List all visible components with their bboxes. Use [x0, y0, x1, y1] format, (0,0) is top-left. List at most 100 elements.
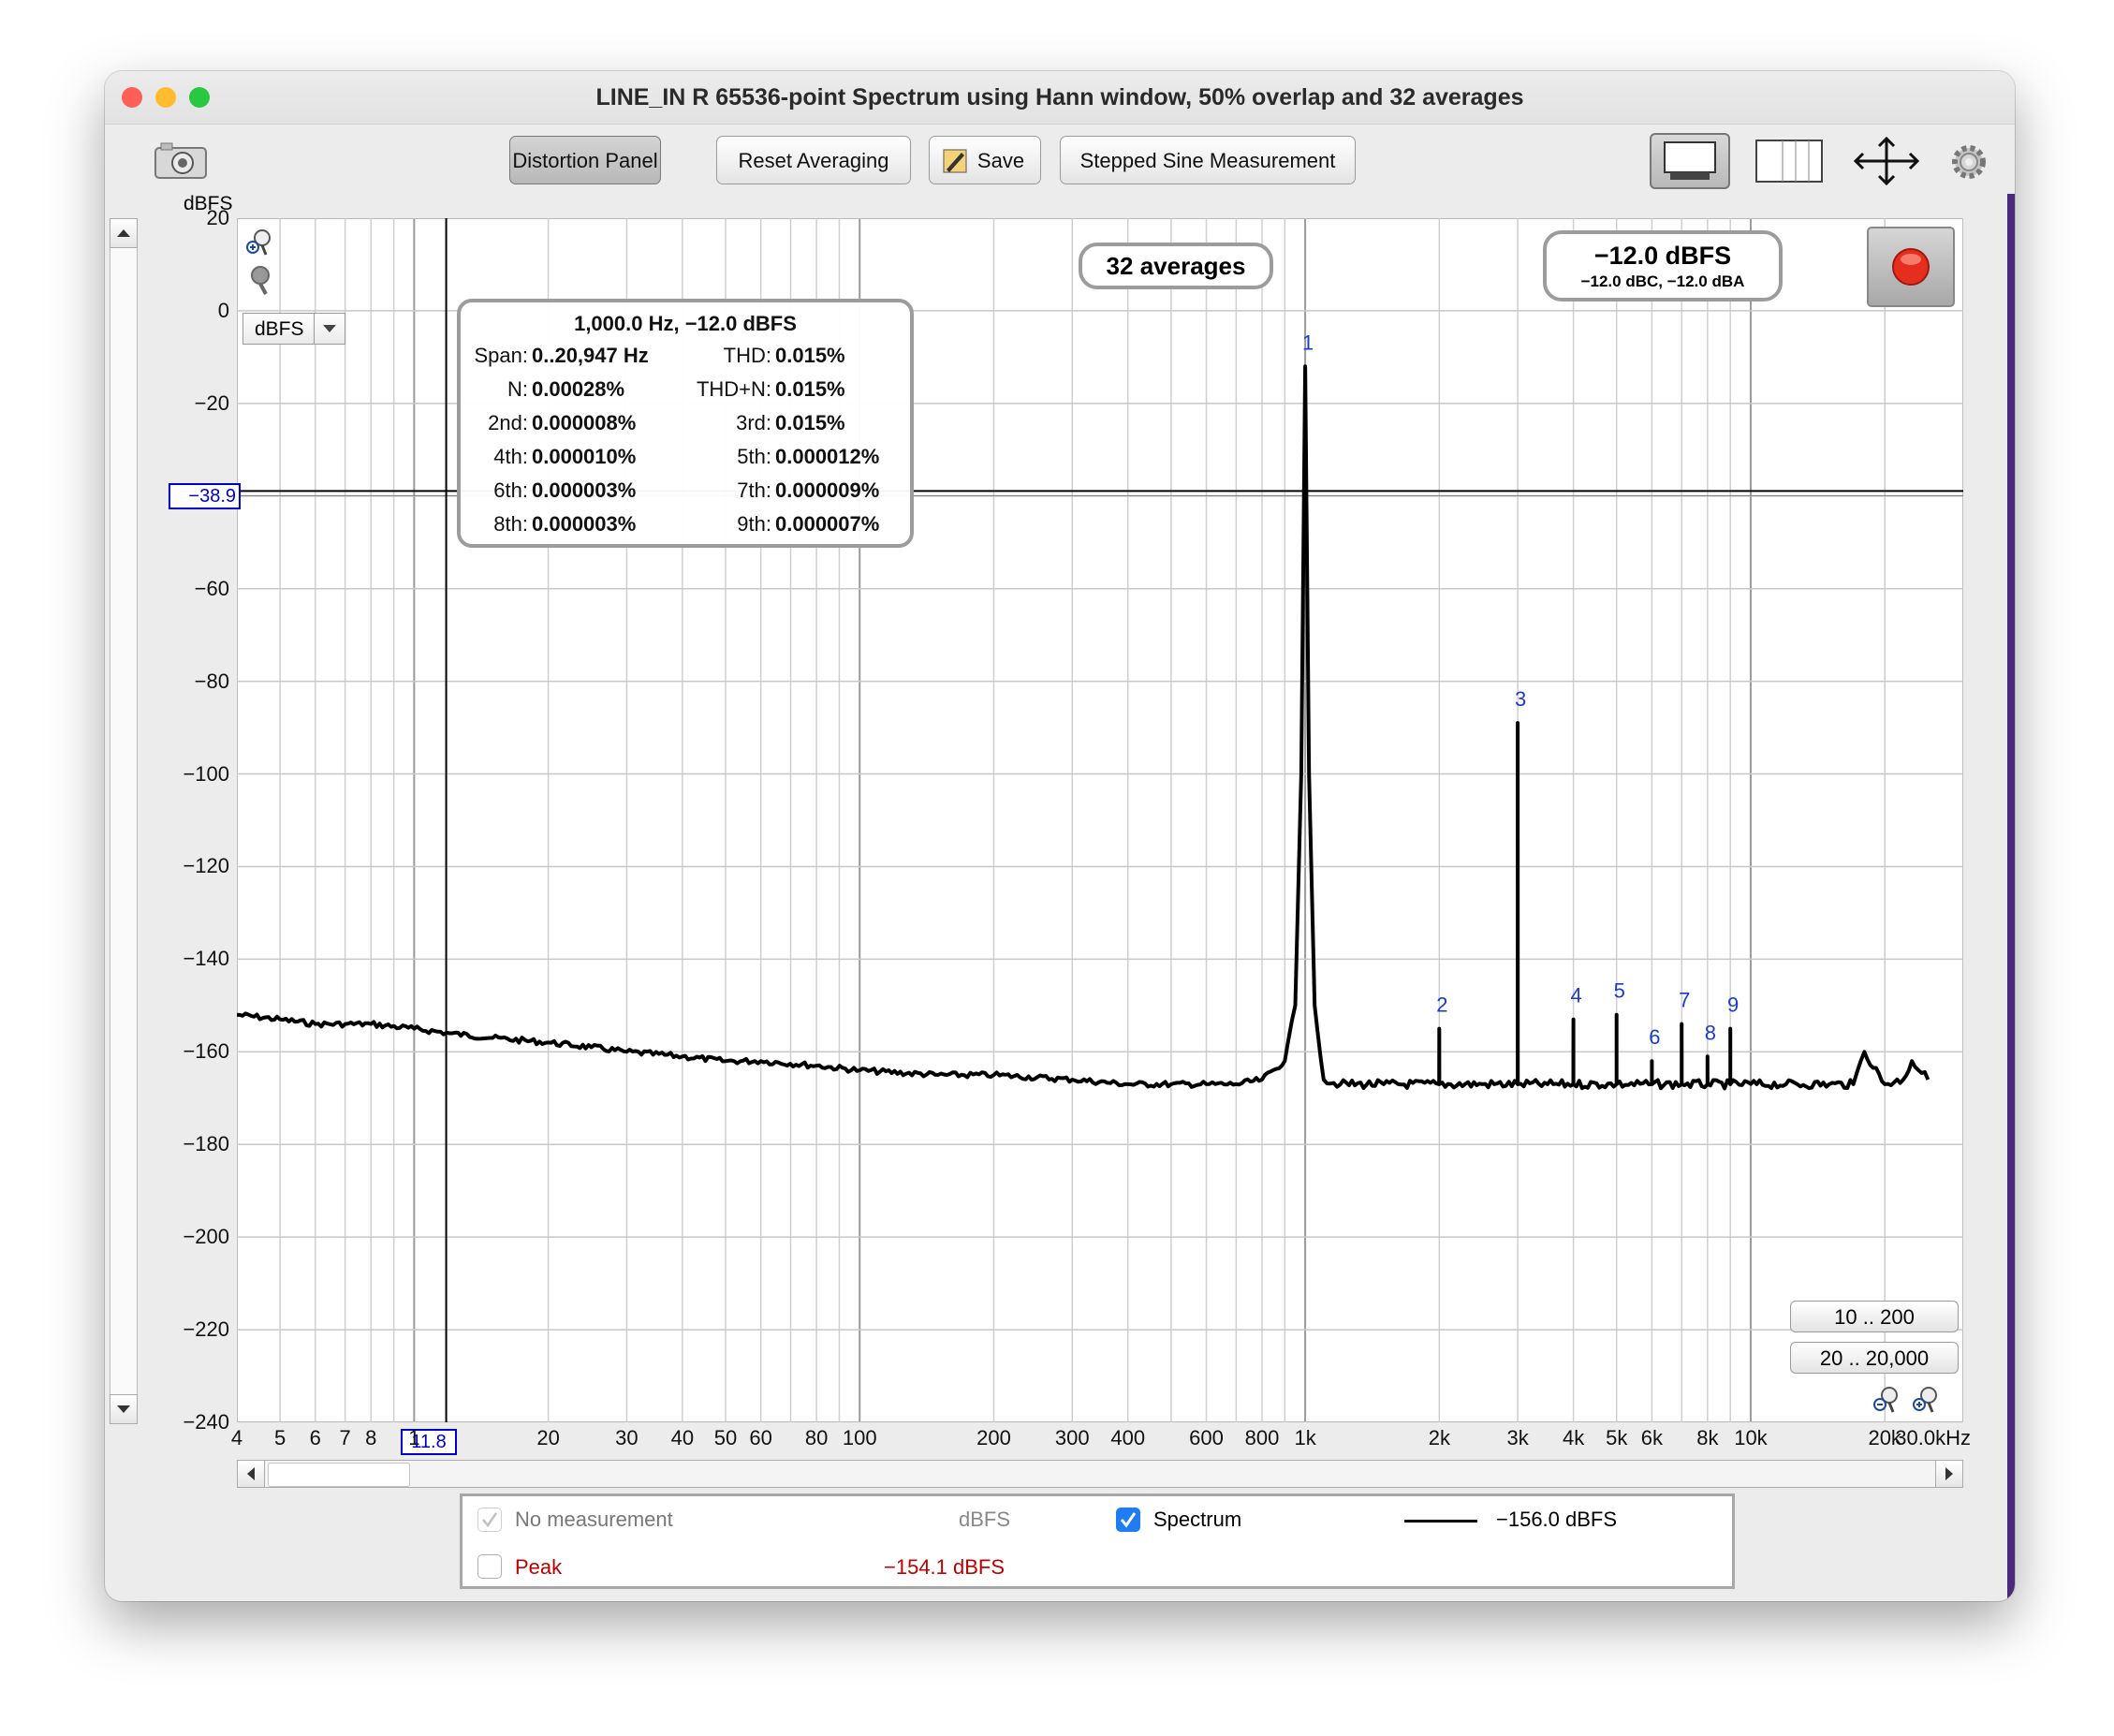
- x-tick-label: 100: [842, 1426, 877, 1449]
- panel-value: 0.000010%: [532, 445, 637, 468]
- save-icon: [943, 149, 967, 173]
- x-tick-label: 3k: [1506, 1426, 1529, 1449]
- vertical-scrollbar[interactable]: [110, 218, 138, 1424]
- panel-label: N:: [507, 377, 528, 401]
- scroll-right-button[interactable]: [1935, 1460, 1963, 1488]
- panel-label: 7th:: [737, 478, 771, 502]
- y-tick-label: −80: [194, 669, 229, 693]
- zoom-in-x-icon[interactable]: [1912, 1384, 1942, 1414]
- distortion-panel-button[interactable]: Distortion Panel: [509, 136, 661, 184]
- y-tick-label: −60: [194, 576, 229, 600]
- y-tick-label: −200: [183, 1225, 229, 1249]
- scroll-left-button[interactable]: [237, 1460, 265, 1488]
- x-tick-label: 400: [1110, 1426, 1146, 1449]
- y-tick-label: −220: [183, 1317, 229, 1342]
- y-tick-label: −160: [183, 1039, 229, 1064]
- harmonic-marker: 1: [1302, 331, 1314, 354]
- level-sub: −12.0 dBC, −12.0 dBA: [1580, 272, 1745, 290]
- x-tick-label: 1: [408, 1426, 420, 1449]
- range-10-200-button[interactable]: 10 .. 200: [1790, 1301, 1959, 1332]
- x-tick-label: 10k: [1734, 1426, 1768, 1449]
- x-tick-label: 200: [976, 1426, 1011, 1449]
- x-tick-label: 20: [536, 1426, 560, 1449]
- no-measurement-checkbox[interactable]: [477, 1508, 502, 1532]
- x-tick-label: 30: [615, 1426, 639, 1449]
- x-tick-label: 8: [365, 1426, 377, 1449]
- no-measurement-unit: dBFS: [959, 1508, 1011, 1531]
- x-tick-label: 6k: [1640, 1426, 1663, 1449]
- x-tick-label: 30.0kHz: [1895, 1426, 1971, 1449]
- panel-value: 0.00028%: [532, 377, 625, 401]
- triangle-up-icon: [117, 229, 130, 237]
- chevron-down-icon: [314, 314, 345, 344]
- panel-value: 0.015%: [775, 411, 845, 434]
- unit-select-value: dBFS: [255, 318, 304, 340]
- spectrum-checkbox[interactable]: [1116, 1508, 1140, 1532]
- app-window: LINE_IN R 65536-point Spectrum using Han…: [105, 71, 2015, 1601]
- panel-label: 4th:: [493, 445, 528, 468]
- harmonic-marker: 7: [1679, 989, 1690, 1012]
- window-title: LINE_IN R 65536-point Spectrum using Han…: [595, 84, 1524, 110]
- scroll-up-button[interactable]: [110, 218, 138, 248]
- panel-label: 8th:: [493, 512, 528, 536]
- x-tick-label: 1k: [1294, 1426, 1316, 1449]
- panel-value: 0.000007%: [775, 512, 880, 536]
- save-button-label: Save: [976, 149, 1025, 172]
- columns-icon[interactable]: [1754, 137, 1824, 185]
- panel-label: THD:: [723, 344, 771, 367]
- panel-label: 9th:: [737, 512, 771, 536]
- window-edge-strip: [2007, 194, 2015, 1601]
- x-tick-label: 60: [749, 1426, 772, 1449]
- unit-select[interactable]: dBFS: [242, 313, 345, 345]
- y-tick-label: −180: [183, 1132, 229, 1156]
- x-tick-label: 80: [804, 1426, 829, 1449]
- panel-label: THD+N:: [696, 377, 771, 401]
- range-20-20000-button[interactable]: 20 .. 20,000: [1790, 1342, 1959, 1374]
- x-tick-label: 6: [309, 1426, 321, 1449]
- spectrum-value: −156.0 dBFS: [1496, 1508, 1618, 1531]
- harmonic-marker: 4: [1570, 984, 1581, 1008]
- y-cursor-readout[interactable]: −38.9: [169, 483, 241, 509]
- checkmark-icon: [482, 1512, 498, 1528]
- screen-layout-icon[interactable]: [1650, 133, 1730, 189]
- camera-icon[interactable]: [154, 140, 208, 180]
- spectrum-line-swatch: [1404, 1520, 1477, 1523]
- harmonic-marker: 2: [1436, 993, 1447, 1017]
- panel-value: 0.015%: [775, 344, 845, 367]
- panel-value: 0..20,947 Hz: [532, 344, 649, 367]
- checkmark-icon: [1120, 1512, 1137, 1528]
- y-tick-label: −120: [183, 854, 229, 878]
- y-tick-label: −240: [183, 1410, 229, 1434]
- x-tick-label: 5k: [1606, 1426, 1628, 1449]
- no-measurement-label: No measurement: [515, 1508, 673, 1531]
- expand-arrows-icon[interactable]: [1852, 136, 1921, 186]
- record-icon: [1892, 248, 1930, 286]
- save-button[interactable]: Save: [929, 136, 1041, 184]
- reset-averaging-button[interactable]: Reset Averaging: [716, 136, 911, 184]
- x-tick-label: 600: [1189, 1426, 1224, 1449]
- record-button[interactable]: [1867, 227, 1955, 307]
- harmonic-marker: 6: [1649, 1025, 1660, 1049]
- x-tick-label: 8k: [1696, 1426, 1719, 1449]
- peak-checkbox[interactable]: [477, 1554, 502, 1579]
- x-tick-label: 40: [670, 1426, 695, 1449]
- x-tick-label: 4: [230, 1426, 243, 1449]
- triangle-right-icon: [1945, 1467, 1953, 1480]
- zoom-in-icon[interactable]: [245, 227, 275, 257]
- harmonic-marker: 8: [1705, 1021, 1716, 1044]
- stepped-sine-button[interactable]: Stepped Sine Measurement: [1060, 136, 1356, 184]
- title-bar: LINE_IN R 65536-point Spectrum using Han…: [105, 71, 2015, 125]
- scrollbar-thumb[interactable]: [268, 1463, 410, 1487]
- zoom-out-x-icon[interactable]: [1872, 1384, 1902, 1414]
- horizontal-scrollbar[interactable]: [237, 1460, 1963, 1488]
- panel-value: 0.000009%: [775, 478, 880, 502]
- scroll-down-button[interactable]: [110, 1394, 138, 1424]
- x-tick-label: 4k: [1562, 1426, 1585, 1449]
- gear-icon[interactable]: [1947, 140, 1990, 184]
- zoom-out-icon[interactable]: [245, 265, 275, 295]
- y-tick-label: −20: [194, 390, 229, 415]
- peak-value: −154.1 dBFS: [884, 1555, 1006, 1579]
- x-tick-label: 800: [1244, 1426, 1280, 1449]
- harmonic-marker: 3: [1515, 687, 1526, 711]
- y-tick-label: −140: [183, 947, 229, 971]
